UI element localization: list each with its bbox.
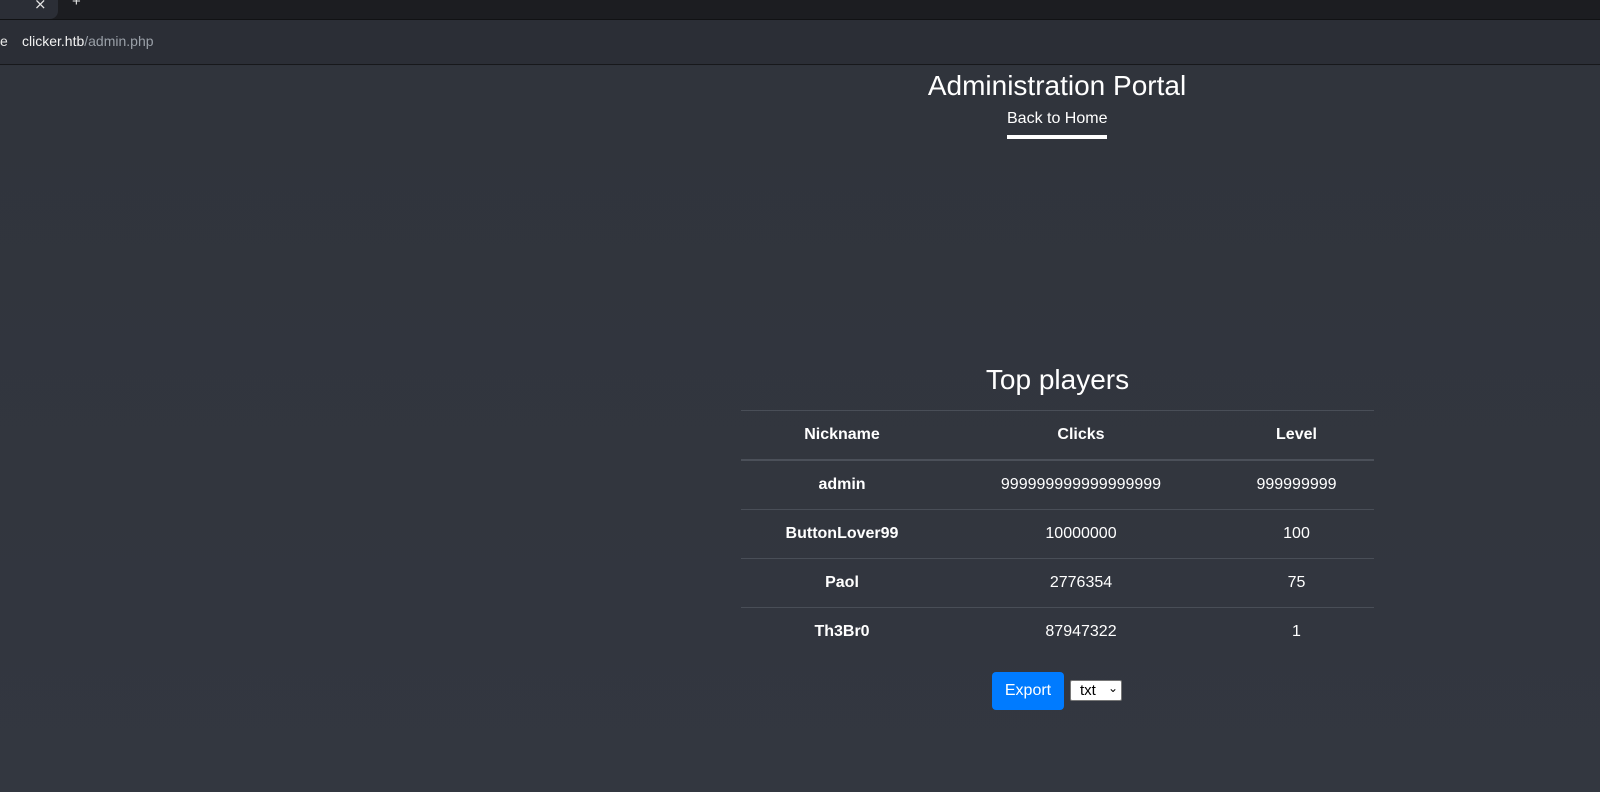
new-tab-icon[interactable]: + — [72, 0, 81, 10]
url-bar-leading-text: e — [0, 33, 8, 49]
top-players-title: Top players — [985, 364, 1130, 395]
cell-clicks: 999999999999999999 — [943, 459, 1219, 510]
cell-nickname: admin — [741, 459, 943, 510]
column-header-clicks: Clicks — [943, 410, 1219, 461]
url-host: clicker.htb — [22, 33, 85, 49]
url-path: /admin.php — [84, 33, 154, 49]
export-format-select[interactable]: txt ⌄ — [1070, 680, 1122, 701]
cell-level: 999999999 — [1219, 459, 1374, 510]
url-text[interactable]: clicker.htb/admin.php — [22, 33, 154, 49]
cell-clicks: 2776354 — [943, 558, 1219, 608]
column-header-nickname: Nickname — [741, 410, 943, 461]
browser-tab-strip: × + — [0, 0, 1600, 20]
cell-level: 75 — [1219, 558, 1374, 608]
page-title: Administration Portal — [927, 70, 1187, 101]
cell-nickname: Paol — [741, 558, 943, 608]
cell-level: 100 — [1219, 509, 1374, 559]
tab-close-icon[interactable]: × — [34, 0, 47, 13]
export-button[interactable]: Export — [992, 672, 1064, 710]
cell-nickname: Th3Br0 — [741, 607, 943, 656]
browser-tab[interactable]: × — [0, 0, 58, 19]
export-format-value: txt — [1080, 682, 1096, 699]
cell-clicks: 10000000 — [943, 509, 1219, 559]
cell-clicks: 87947322 — [943, 607, 1219, 656]
address-bar[interactable]: e clicker.htb/admin.php — [0, 20, 1600, 65]
chevron-down-icon: ⌄ — [1107, 681, 1118, 695]
column-header-level: Level — [1219, 410, 1374, 461]
top-players-table: Nickname Clicks Level admin 999999999999… — [741, 410, 1374, 656]
table-row: Th3Br0 87947322 1 — [741, 607, 1374, 656]
cell-nickname: ButtonLover99 — [741, 509, 943, 559]
table-header-row: Nickname Clicks Level — [741, 410, 1374, 461]
cell-level: 1 — [1219, 607, 1374, 656]
table-row: ButtonLover99 10000000 100 — [741, 509, 1374, 559]
page-content: Administration Portal Back to Home Top p… — [0, 66, 1600, 792]
table-row: Paol 2776354 75 — [741, 558, 1374, 608]
table-row: admin 999999999999999999 999999999 — [741, 459, 1374, 510]
back-to-home-link[interactable]: Back to Home — [1007, 110, 1108, 139]
